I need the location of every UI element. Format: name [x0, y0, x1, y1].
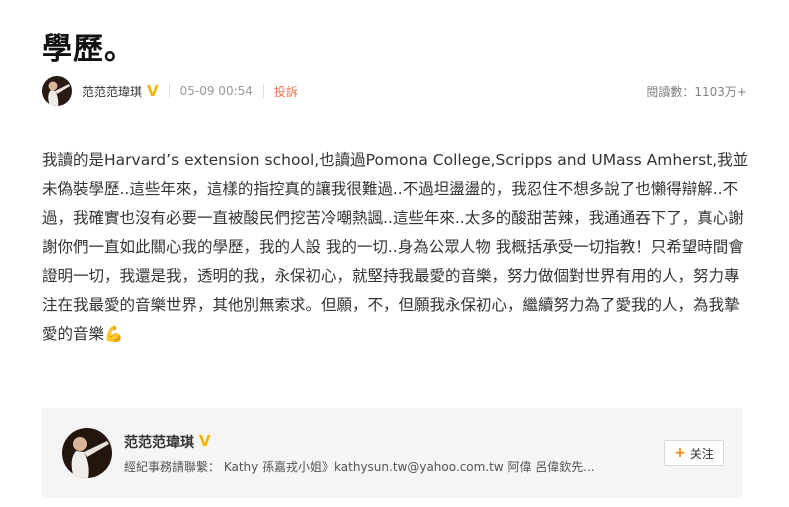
report-link[interactable]: 投訴	[274, 83, 298, 100]
author-name[interactable]: 范范范瑋琪	[82, 83, 142, 100]
post-time: 05-09 00:54	[179, 84, 253, 98]
verified-badge-icon: V	[199, 432, 211, 450]
read-count: 閱讀數：1103万+	[646, 84, 747, 99]
article-title: 學歷。	[42, 32, 135, 67]
follow-label: 关注	[689, 446, 714, 461]
author-avatar[interactable]	[42, 76, 72, 106]
author-profile-card: 范范范瑋琪 V 經紀事務請聯繫： Kathy 孫嘉戎小姐》kathysun.tw…	[42, 408, 742, 498]
divider	[168, 84, 170, 98]
profile-description: 經紀事務請聯繫： Kathy 孫嘉戎小姐》kathysun.tw@yahoo.c…	[124, 459, 595, 474]
article-meta-bar: 范范范瑋琪 V 05-09 00:54 投訴 閱讀數：1103万+	[42, 76, 747, 106]
plus-icon: +	[674, 445, 686, 461]
profile-info: 范范范瑋琪 V 經紀事務請聯繫： Kathy 孫嘉戎小姐》kathysun.tw…	[124, 432, 649, 475]
follow-button[interactable]: + 关注	[664, 440, 724, 466]
divider	[262, 84, 264, 98]
verified-badge-icon: V	[147, 81, 159, 100]
profile-avatar[interactable]	[62, 428, 112, 478]
article-body: 我讀的是Harvard’s extension school,也讀過Pomona…	[42, 151, 749, 343]
profile-name-row: 范范范瑋琪 V	[124, 432, 649, 452]
profile-name[interactable]: 范范范瑋琪	[124, 432, 194, 452]
